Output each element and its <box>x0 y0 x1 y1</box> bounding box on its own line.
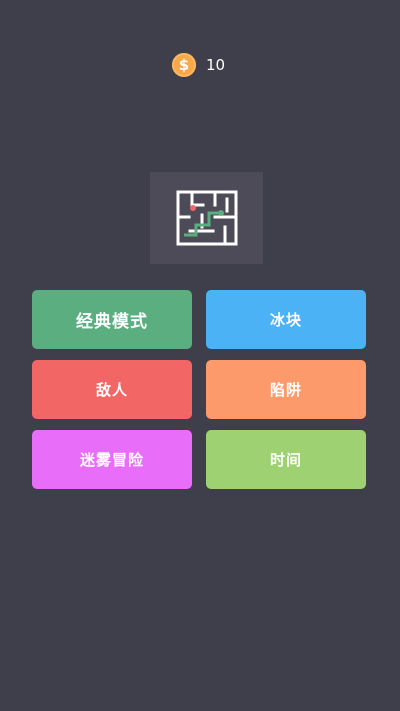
trap-mode-label: 陷阱 <box>269 381 302 399</box>
fog-adventure-button[interactable]: 迷雾冒险 <box>32 430 192 489</box>
enemy-mode-label: 敌人 <box>95 381 128 399</box>
fog-adventure-label: 迷雾冒险 <box>79 451 144 469</box>
time-mode-button[interactable]: 时间 <box>206 430 366 489</box>
mode-grid: 经典模式 冰块 敌人 陷阱 迷雾冒险 时间 <box>32 290 366 489</box>
time-mode-label: 时间 <box>269 451 302 469</box>
coin-counter: $ 10 <box>172 53 225 77</box>
coin-symbol: $ <box>178 56 190 74</box>
ice-mode-button[interactable]: 冰块 <box>206 290 366 349</box>
classic-mode-button[interactable]: 经典模式 <box>32 290 192 349</box>
ice-mode-label: 冰块 <box>269 311 302 329</box>
coin-count: 10 <box>206 56 226 74</box>
maze-logo <box>150 172 263 264</box>
classic-mode-label: 经典模式 <box>76 312 148 332</box>
trap-mode-button[interactable]: 陷阱 <box>206 360 366 419</box>
enemy-mode-button[interactable]: 敌人 <box>32 360 192 419</box>
dollar-coin-icon: $ <box>172 53 196 77</box>
maze-icon <box>176 190 237 246</box>
